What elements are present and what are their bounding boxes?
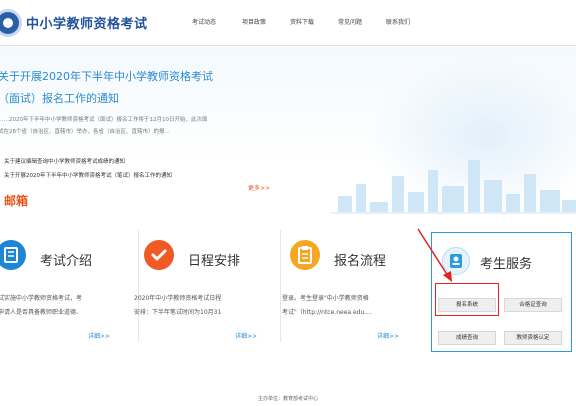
annotation-overlay — [417, 228, 452, 282]
site-footer: 主办单位：教育部考试中心 — [257, 396, 318, 402]
annotation-arrow-head — [443, 271, 452, 282]
registration-highlight-box — [435, 283, 499, 316]
annotation-arrow-line — [417, 228, 449, 277]
